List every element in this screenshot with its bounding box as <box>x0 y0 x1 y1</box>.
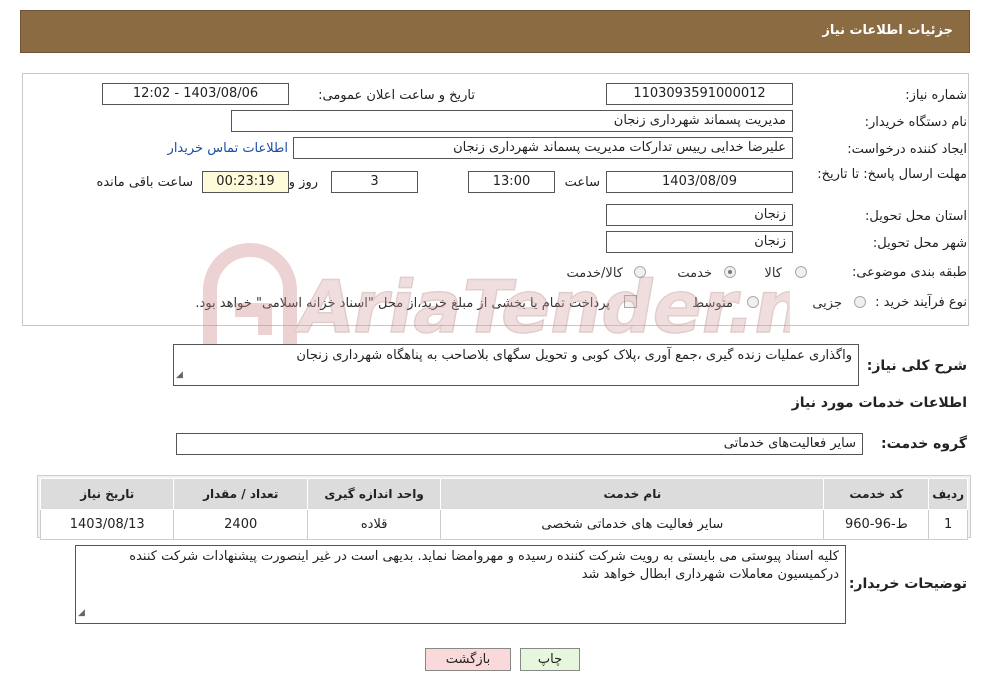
remaining-label: ساعت باقی مانده <box>96 175 193 190</box>
cell-service-name: سایر فعالیت های خدماتی شخصی <box>440 509 825 540</box>
service-group-label: گروه خدمت: <box>881 436 967 452</box>
col-service-name: نام خدمت <box>440 478 825 510</box>
process-option-minor: جزیی <box>812 296 842 311</box>
category-label: طبقه بندی موضوعی: <box>851 265 967 280</box>
treasury-payment-checkbox[interactable] <box>624 295 637 308</box>
cell-need-date: 1403/08/13 <box>39 509 175 540</box>
col-service-code: کد خدمت <box>823 478 930 510</box>
description-textarea[interactable]: واگذاری عملیات زنده گیری ،جمع آوری ،پلاک… <box>173 344 859 386</box>
category-radio-both[interactable] <box>634 266 646 278</box>
col-quantity: تعداد / مقدار <box>173 478 308 510</box>
days-field[interactable]: 3 <box>331 171 418 193</box>
print-button[interactable]: چاپ <box>520 648 580 671</box>
buyer-org-field[interactable]: مدیریت پسماند شهرداری زنجان <box>231 110 793 132</box>
announce-datetime-field[interactable]: 1403/08/06 - 12:02 <box>102 83 289 105</box>
category-option-goods: کالا <box>764 266 782 281</box>
col-need-date: تاریخ نیاز <box>39 478 175 510</box>
category-option-both: کالا/خدمت <box>566 266 623 281</box>
deadline-time-label: ساعت <box>564 175 600 190</box>
city-field[interactable]: زنجان <box>606 231 793 253</box>
buyer-notes-label: توضیحات خریدار: <box>848 576 967 592</box>
process-radio-medium[interactable] <box>747 296 759 308</box>
need-number-field[interactable]: 1103093591000012 <box>606 83 793 105</box>
back-button[interactable]: بازگشت <box>425 648 511 671</box>
table-row[interactable]: 1 ط-96-960 سایر فعالیت های خدماتی شخصی ق… <box>39 509 968 540</box>
cell-row-number: 1 <box>928 509 968 540</box>
page-title: جزئیات اطلاعات نیاز <box>822 23 953 38</box>
process-option-medium: متوسط <box>692 296 733 311</box>
col-row-number: ردیف <box>928 478 968 510</box>
page-header: جزئیات اطلاعات نیاز <box>20 10 970 53</box>
cell-unit: قلاده <box>306 509 442 540</box>
province-field[interactable]: زنجان <box>606 204 793 226</box>
days-label: روز و <box>288 175 318 190</box>
deadline-date-field[interactable]: 1403/08/09 <box>606 171 793 193</box>
creator-field[interactable]: علیرضا خدایی رییس تدارکات مدیریت پسماند … <box>293 137 793 159</box>
treasury-payment-note: پرداخت تمام یا بخشی از مبلغ خرید،از محل … <box>195 296 610 311</box>
description-text: واگذاری عملیات زنده گیری ،جمع آوری ،پلاک… <box>296 348 852 363</box>
process-radio-minor[interactable] <box>854 296 866 308</box>
buyer-org-label: نام دستگاه خریدار: <box>864 115 967 130</box>
city-label: شهر محل تحویل: <box>872 236 967 251</box>
category-radio-goods[interactable] <box>795 266 807 278</box>
creator-label: ایجاد کننده درخواست: <box>847 142 967 157</box>
service-group-field[interactable]: سایر فعالیت‌های خدماتی <box>176 433 863 455</box>
resize-grip-icon[interactable]: ◢ <box>78 604 85 622</box>
description-label: شرح کلی نیاز: <box>866 358 967 374</box>
buyer-notes-text: کلیه اسناد پیوستی می بایستی به رویت شرکت… <box>129 549 839 582</box>
col-unit: واحد اندازه گیری <box>306 478 442 510</box>
services-section-title: اطلاعات خدمات مورد نیاز <box>791 395 967 411</box>
buyer-contact-link[interactable]: اطلاعات تماس خریدار <box>168 141 288 156</box>
cell-service-code: ط-96-960 <box>823 509 930 540</box>
deadline-label: مهلت ارسال پاسخ: تا تاریخ: <box>817 167 967 182</box>
province-label: استان محل تحویل: <box>865 209 967 224</box>
announce-label: تاریخ و ساعت اعلان عمومی: <box>318 88 475 103</box>
buyer-notes-textarea[interactable]: کلیه اسناد پیوستی می بایستی به رویت شرکت… <box>75 545 846 624</box>
cell-quantity: 2400 <box>173 509 308 540</box>
remaining-time-field[interactable]: 00:23:19 <box>202 171 289 193</box>
services-table: ردیف کد خدمت نام خدمت واحد اندازه گیری ت… <box>39 478 968 540</box>
category-option-service: خدمت <box>677 266 712 281</box>
process-label: نوع فرآیند خرید : <box>875 295 967 310</box>
resize-grip-icon[interactable]: ◢ <box>176 366 183 384</box>
category-radio-service[interactable] <box>724 266 736 278</box>
deadline-time-field[interactable]: 13:00 <box>468 171 555 193</box>
need-number-label: شماره نیاز: <box>905 88 967 103</box>
